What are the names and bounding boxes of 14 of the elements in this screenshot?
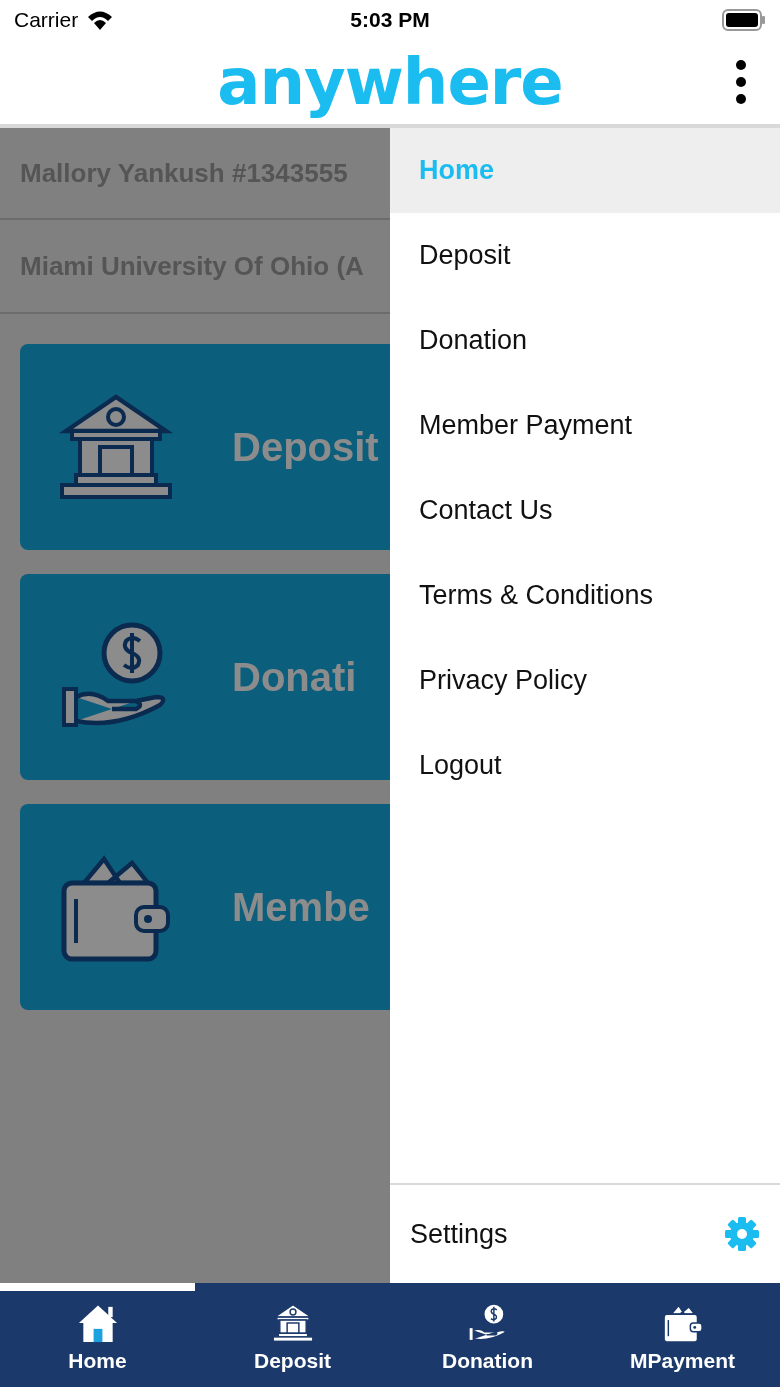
tab-item[interactable]: Deposit	[195, 1283, 390, 1387]
settings-label[interactable]: Settings	[410, 1218, 508, 1250]
card-label: Donati	[232, 654, 357, 700]
tab-item[interactable]: MPayment	[585, 1283, 780, 1387]
battery-icon	[722, 9, 766, 31]
tab-item[interactable]: Donation	[390, 1283, 585, 1387]
clock-time: 5:03 PM	[350, 8, 430, 32]
more-menu-icon[interactable]	[736, 60, 746, 104]
tab-item[interactable]: Home	[0, 1283, 195, 1387]
carrier-label: Carrier	[14, 8, 79, 32]
wifi-icon	[86, 9, 115, 31]
card-label: Membe	[232, 884, 370, 930]
card-label: Deposit	[232, 424, 379, 470]
app-logo: anywhere	[217, 45, 563, 119]
